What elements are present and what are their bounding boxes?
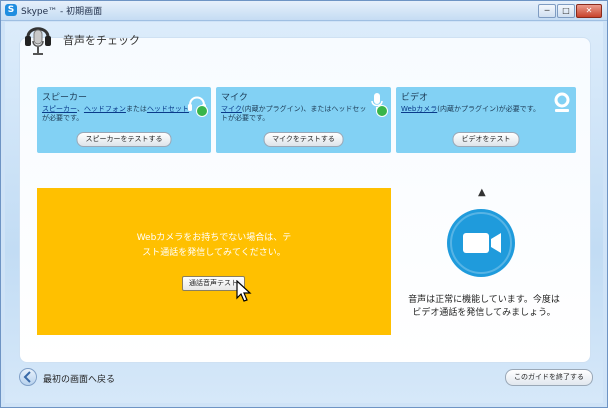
test-video-button[interactable]: ビデオをテスト bbox=[452, 132, 520, 147]
close-button[interactable]: ✕ bbox=[576, 4, 602, 18]
up-arrow-icon: ▲ bbox=[478, 187, 486, 198]
test-mic-button[interactable]: マイクをテストする bbox=[263, 132, 344, 147]
speaker-title: スピーカー bbox=[42, 93, 88, 103]
mic-link[interactable]: マイク bbox=[221, 105, 242, 113]
test-call-message-line1: Webカメラをお持ちでない場合は、テ bbox=[136, 233, 292, 243]
maximize-button[interactable]: □ bbox=[557, 4, 575, 18]
speaker-check-icon bbox=[196, 105, 208, 117]
speaker-desc-end: が必要です。 bbox=[42, 114, 84, 122]
back-arrow-icon bbox=[23, 371, 31, 383]
test-call-message-line2: スト通話を発信してみてください。 bbox=[142, 248, 286, 258]
webcam-icon bbox=[554, 92, 570, 112]
speaker-link[interactable]: スピーカー bbox=[42, 105, 77, 113]
mic-title: マイク bbox=[221, 93, 248, 103]
skype-logo-icon: S bbox=[5, 4, 17, 16]
headset-link[interactable]: ヘッドセット bbox=[147, 105, 189, 113]
end-guide-button[interactable]: このガイドを終了する bbox=[505, 369, 593, 386]
mic-desc: マイク(内蔵かプラグイン)、またはヘッドセットが必要です。 bbox=[221, 105, 371, 123]
speaker-desc: スピーカー、ヘッドフォンまたはヘッドセットが必要です。 bbox=[42, 105, 192, 123]
webcam-link[interactable]: Webカメラ bbox=[401, 105, 437, 113]
video-desc-end: (内蔵かプラグイン)が必要です。 bbox=[437, 105, 541, 113]
test-speaker-button[interactable]: スピーカーをテストする bbox=[76, 132, 172, 147]
audio-ok-line2: ビデオ通話を発信してみましょう。 bbox=[412, 308, 556, 318]
mic-desc-end: (内蔵かプラグイン)、またはヘッドセットが必要です。 bbox=[221, 105, 367, 122]
speaker-desc-mid: または bbox=[125, 105, 147, 113]
audio-ok-line1: 音声は正常に機能しています。今度は bbox=[408, 295, 560, 305]
mic-card: マイク マイク(内蔵かプラグイン)、またはヘッドセットが必要です。 マイクをテス… bbox=[216, 87, 391, 153]
headphones-link[interactable]: ヘッドフォン bbox=[84, 105, 126, 113]
back-to-home-link[interactable]: 最初の画面へ戻る bbox=[43, 372, 115, 385]
window-title: Skype™ - 初期画面 bbox=[21, 7, 103, 17]
test-call-message: Webカメラをお持ちでない場合は、テ スト通話を発信してみてください。 bbox=[37, 231, 391, 261]
video-camera-icon bbox=[447, 209, 515, 277]
footer-bar: 最初の画面へ戻る このガイドを終了する bbox=[5, 361, 603, 403]
audio-ok-message: 音声は正常に機能しています。今度は ビデオ通話を発信してみましょう。 bbox=[391, 294, 577, 320]
skype-window: S Skype™ - 初期画面 ─ □ ✕ 音声をチェック スピーカー スピーカ… bbox=[0, 0, 608, 408]
title-bar[interactable]: S Skype™ - 初期画面 ─ □ ✕ bbox=[1, 1, 607, 21]
video-card: ビデオ Webカメラ(内蔵かプラグイン)が必要です。 ビデオをテスト bbox=[396, 87, 576, 153]
mic-check-icon bbox=[376, 105, 388, 117]
video-desc: Webカメラ(内蔵かプラグイン)が必要です。 bbox=[401, 105, 551, 114]
speaker-desc-sep: 、 bbox=[76, 105, 84, 113]
video-title: ビデオ bbox=[401, 93, 429, 103]
speaker-card: スピーカー スピーカー、ヘッドフォンまたはヘッドセットが必要です。 スピーカーを… bbox=[37, 87, 211, 153]
headset-icon bbox=[25, 27, 51, 55]
page-title: 音声をチェック bbox=[63, 34, 140, 47]
test-call-panel: Webカメラをお持ちでない場合は、テ スト通話を発信してみてください。 通話音声… bbox=[37, 188, 391, 335]
cursor-icon bbox=[236, 280, 252, 302]
back-button[interactable] bbox=[19, 368, 37, 386]
minimize-button[interactable]: ─ bbox=[538, 4, 556, 18]
